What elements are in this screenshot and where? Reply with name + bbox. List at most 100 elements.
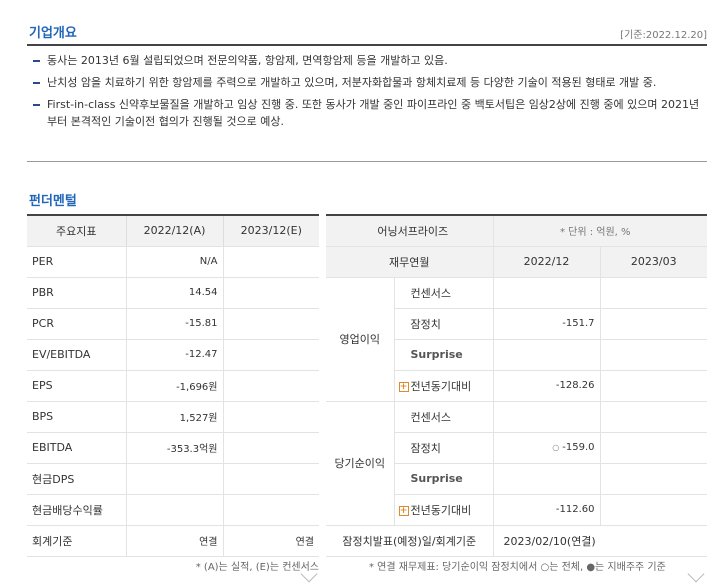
table-row: PER N/A xyxy=(27,246,319,278)
column-header: 2022/12 xyxy=(492,246,600,278)
announcement-date-label: 잠정치발표(예정)일/회계기준 xyxy=(326,525,493,557)
row-label: 컨센서스 xyxy=(393,277,493,309)
dash-bullet-icon xyxy=(33,82,40,84)
value-2022-12: ○ -159.0 xyxy=(492,432,600,464)
row-label: 컨센서스 xyxy=(393,401,493,433)
table-header-row: 주요지표 2022/12(A) 2023/12(E) xyxy=(27,215,319,247)
value-2022-12: -128.26 xyxy=(492,370,600,402)
value-2023-03 xyxy=(599,494,708,526)
metric-actual: 1,527원 xyxy=(125,401,223,433)
value-2023-03 xyxy=(599,432,708,464)
row-label: 잠정치 xyxy=(393,308,493,340)
metric-actual: -1,696원 xyxy=(125,370,223,402)
reference-date: [기준:2022.12.20] xyxy=(620,30,707,41)
metric-estimate xyxy=(222,432,319,464)
row-label: 잠정치 xyxy=(393,432,493,464)
earnings-title: 어닝서프라이즈 xyxy=(326,215,493,247)
group-label-net-income: 당기순이익 xyxy=(326,401,394,526)
earnings-surprise-table: 어닝서프라이즈 * 단위 : 억원, % 재무연월 2022/12 2023/0… xyxy=(326,214,708,557)
table-row: EPS -1,696원 xyxy=(27,370,319,402)
metric-actual: -12.47 xyxy=(125,339,223,371)
overview-item: 동사는 2013년 6월 설립되었으며 전문의약품, 항암제, 면역항암제 등을… xyxy=(27,52,707,69)
column-header: 주요지표 xyxy=(27,215,126,247)
group-label-operating-profit: 영업이익 xyxy=(326,277,394,402)
metric-actual xyxy=(125,494,223,526)
overview-divider xyxy=(27,44,707,46)
value-2022-12: -112.60 xyxy=(492,494,600,526)
table-row: 당기순이익 컨센서스 xyxy=(326,401,708,526)
row-label: Surprise xyxy=(393,339,493,371)
overview-list: 동사는 2013년 6월 설립되었으며 전문의약품, 항암제, 면역항암제 등을… xyxy=(27,52,707,135)
column-header: 2022/12(A) xyxy=(125,215,223,247)
metric-label: EPS xyxy=(27,370,126,402)
table-row: PBR 14.54 xyxy=(27,277,319,309)
value-2023-03 xyxy=(599,308,708,340)
plus-expand-icon[interactable]: + xyxy=(398,505,409,516)
fundamentals-table: 주요지표 2022/12(A) 2023/12(E) PER N/A PBR 14.… xyxy=(27,214,319,557)
table-footer-row: 잠정치발표(예정)일/회계기준 2023/02/10(연결) xyxy=(326,525,708,557)
metric-estimate xyxy=(222,339,319,371)
metric-label: EV/EBITDA xyxy=(27,339,126,371)
metric-estimate xyxy=(222,463,319,495)
table-row: 회계기준 연결 연결 xyxy=(27,525,319,557)
table-row: BPS 1,527원 xyxy=(27,401,319,433)
value-2023-03 xyxy=(599,463,708,495)
value-2023-03 xyxy=(599,401,708,433)
metric-estimate xyxy=(222,494,319,526)
metric-estimate xyxy=(222,401,319,433)
table-row: 현금DPS xyxy=(27,463,319,495)
metric-actual: -15.81 xyxy=(125,308,223,340)
metric-label: PCR xyxy=(27,308,126,340)
metric-actual xyxy=(125,463,223,495)
table-caption-row: 어닝서프라이즈 * 단위 : 억원, % xyxy=(326,215,708,247)
column-header: 재무연월 xyxy=(326,246,493,278)
metric-label: 회계기준 xyxy=(27,525,126,557)
value-2023-03 xyxy=(599,370,708,402)
plus-expand-icon[interactable]: + xyxy=(398,381,409,392)
value-2022-12 xyxy=(492,463,600,495)
fundamentals-title: 펀더멘털 xyxy=(29,194,77,209)
metric-label: PBR xyxy=(27,277,126,309)
yoy-row-label[interactable]: + 전년동기대비 xyxy=(393,370,493,402)
metric-estimate xyxy=(222,308,319,340)
value-2022-12: -151.7 xyxy=(492,308,600,340)
table-row: PCR -15.81 xyxy=(27,308,319,340)
table-header-row: 재무연월 2022/12 2023/03 xyxy=(326,246,708,278)
overview-bottom-divider xyxy=(27,161,707,162)
value-2022-12 xyxy=(492,339,600,371)
overview-title: 기업개요 xyxy=(29,26,77,41)
table-row: EV/EBITDA -12.47 xyxy=(27,339,319,371)
value-2023-03 xyxy=(599,277,708,309)
earnings-footnote: * 연결 재무제표: 당기순이익 잠정치에서 ○는 전체, ●는 지배주주 기준 xyxy=(369,562,666,573)
value-2022-12 xyxy=(492,277,600,309)
overview-item: 난치성 암을 치료하기 위한 항암제를 주력으로 개발하고 있으며, 저분자화합… xyxy=(27,74,707,91)
dash-bullet-icon xyxy=(33,60,40,62)
metric-label: EBITDA xyxy=(27,432,126,464)
metric-estimate xyxy=(222,277,319,309)
column-header: 2023/12(E) xyxy=(222,215,319,247)
table-row: EBITDA -353.3억원 xyxy=(27,432,319,464)
metric-actual: -353.3억원 xyxy=(125,432,223,464)
metric-estimate xyxy=(222,370,319,402)
metric-label: BPS xyxy=(27,401,126,433)
metric-actual: 연결 xyxy=(125,525,223,557)
metric-estimate: 연결 xyxy=(222,525,319,557)
fundamentals-footnote: * (A)는 실적, (E)는 컨센서스 xyxy=(195,562,319,573)
column-header: 2023/03 xyxy=(599,246,708,278)
metric-estimate xyxy=(222,246,319,278)
value-2023-03 xyxy=(599,339,708,371)
row-label: Surprise xyxy=(393,463,493,495)
yoy-row-label[interactable]: + 전년동기대비 xyxy=(393,494,493,526)
unit-note: * 단위 : 억원, % xyxy=(492,215,708,247)
value-2022-12 xyxy=(492,401,600,433)
metric-label: PER xyxy=(27,246,126,278)
metric-actual: N/A xyxy=(125,246,223,278)
table-row: 영업이익 컨센서스 xyxy=(326,277,708,402)
metric-actual: 14.54 xyxy=(125,277,223,309)
metric-label: 현금DPS xyxy=(27,463,126,495)
announcement-date-value: 2023/02/10(연결) xyxy=(492,525,708,557)
table-row: 현금배당수익률 xyxy=(27,494,319,526)
circle-outline-icon: ○ xyxy=(552,443,560,452)
overview-item: First-in-class 신약후보물질을 개발하고 임상 진행 중. 또한 … xyxy=(27,96,707,130)
dash-bullet-icon xyxy=(33,104,40,106)
